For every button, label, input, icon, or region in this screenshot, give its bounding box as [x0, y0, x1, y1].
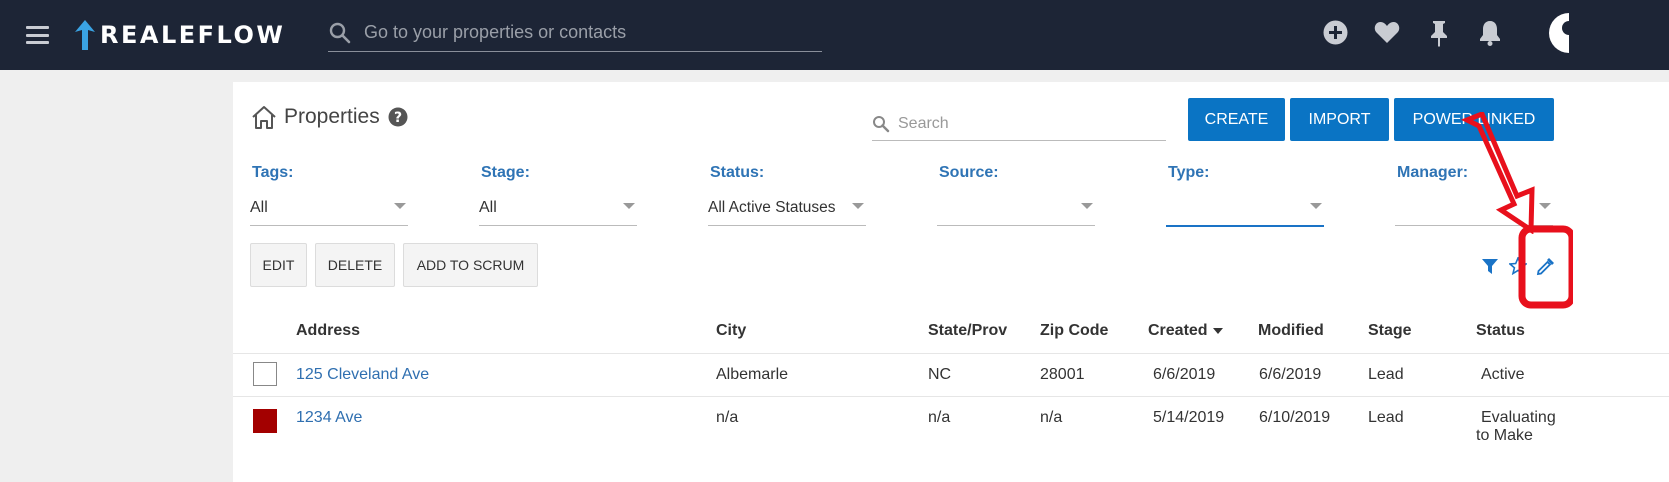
zip-cell: n/a: [1040, 409, 1063, 426]
chevron-down-icon: [1081, 203, 1093, 209]
svg-text:?: ?: [394, 110, 402, 126]
logo-text: REALEFLOW: [100, 21, 286, 49]
chevron-down-icon: [394, 203, 406, 209]
status-cell-line2: to Make: [1476, 427, 1533, 444]
row-divider: [233, 396, 1669, 397]
city-cell: n/a: [716, 409, 739, 426]
logo[interactable]: REALEFLOW: [74, 18, 285, 52]
source-select[interactable]: [937, 190, 1095, 226]
row-divider: [233, 353, 1669, 354]
search-icon: [873, 116, 890, 133]
zip-cell: 28001: [1040, 366, 1085, 383]
city-cell: Albemarle: [716, 366, 789, 383]
import-button[interactable]: IMPORT: [1290, 98, 1389, 141]
column-header-address[interactable]: Address: [296, 322, 360, 340]
annotation-highlight-box: [1518, 225, 1573, 309]
address-link[interactable]: 1234 Ave: [296, 409, 362, 427]
status-select[interactable]: All Active Statuses: [708, 190, 866, 226]
modified-cell: 6/6/2019: [1259, 366, 1322, 383]
column-header-status[interactable]: Status: [1476, 322, 1525, 340]
annotation-arrow: [1460, 112, 1535, 234]
created-cell: 5/14/2019: [1153, 409, 1225, 426]
filter-label-type: Type:: [1168, 164, 1210, 181]
edit-button[interactable]: EDIT: [250, 243, 307, 287]
status-cell: Evaluating to Make: [1476, 409, 1556, 445]
modified-cell: 6/10/2019: [1259, 409, 1331, 426]
column-header-created-label: Created: [1148, 322, 1208, 339]
chevron-down-icon: [852, 203, 864, 209]
filter-label-tags: Tags:: [252, 164, 294, 181]
heart-icon[interactable]: [1374, 20, 1400, 44]
state-cell: NC: [928, 366, 952, 383]
bell-icon[interactable]: [1479, 20, 1501, 46]
tags-select-value: All: [250, 198, 268, 216]
properties-search-input[interactable]: [896, 114, 1160, 134]
page-title: Properties ?: [250, 104, 408, 130]
state-cell: n/a: [928, 409, 951, 426]
stage-cell: Lead: [1368, 366, 1404, 383]
properties-search[interactable]: [872, 108, 1166, 141]
search-icon: [329, 22, 351, 43]
column-header-city[interactable]: City: [716, 322, 746, 340]
sort-desc-icon: [1212, 327, 1223, 334]
filter-label-stage: Stage:: [481, 164, 530, 181]
avatar[interactable]: [1544, 13, 1569, 53]
address-link[interactable]: 125 Cleveland Ave: [296, 366, 429, 384]
stage-cell: Lead: [1368, 409, 1404, 426]
stage-select-value: All: [479, 198, 497, 216]
global-search[interactable]: [328, 14, 822, 52]
add-icon[interactable]: [1323, 20, 1348, 45]
row-checkbox[interactable]: [253, 362, 277, 386]
global-search-input[interactable]: [362, 21, 806, 44]
column-header-state[interactable]: State/Prov: [928, 322, 1007, 340]
chevron-down-icon: [623, 203, 635, 209]
logo-icon: [75, 20, 95, 50]
pin-icon[interactable]: [1428, 20, 1450, 47]
filter-label-source: Source:: [939, 164, 999, 181]
home-icon: [252, 106, 276, 129]
page-title-text: Properties: [284, 105, 380, 128]
top-nav-bar: REALEFLOW: [0, 0, 1669, 70]
create-button[interactable]: CREATE: [1188, 98, 1285, 141]
created-cell: 6/6/2019: [1153, 366, 1216, 383]
filter-label-status: Status:: [710, 164, 765, 181]
status-select-value: All Active Statuses: [708, 198, 836, 216]
column-header-modified[interactable]: Modified: [1258, 322, 1324, 340]
delete-button[interactable]: DELETE: [315, 243, 395, 287]
column-header-stage[interactable]: Stage: [1368, 322, 1412, 340]
status-cell-line1: Evaluating: [1481, 409, 1556, 426]
chevron-down-icon: [1310, 203, 1322, 209]
filter-icon[interactable]: [1482, 259, 1498, 274]
add-to-scrum-button[interactable]: ADD TO SCRUM: [403, 243, 538, 287]
type-select[interactable]: [1166, 190, 1324, 227]
status-cell: Active: [1481, 366, 1525, 383]
column-header-created[interactable]: Created: [1148, 322, 1223, 340]
menu-icon[interactable]: [26, 26, 49, 44]
stage-select[interactable]: All: [479, 190, 637, 226]
help-icon[interactable]: ?: [388, 107, 408, 127]
row-checkbox[interactable]: [253, 409, 277, 433]
column-header-zip[interactable]: Zip Code: [1040, 322, 1108, 340]
tags-select[interactable]: All: [250, 190, 408, 226]
